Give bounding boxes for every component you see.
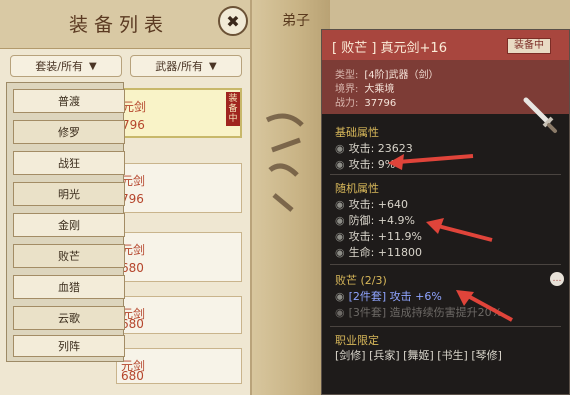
base-stat-row: ◉ 攻击: 23623 [335,142,413,155]
divider [330,174,561,175]
set-option[interactable]: 明光 [13,182,125,206]
equipment-list-title: 装备列表 [68,14,169,36]
item-card[interactable]: 元剑 680 [116,232,242,282]
item-power: 796 [122,118,145,132]
speech-bubble-icon[interactable]: … [550,272,564,286]
set-option[interactable]: 普渡 [13,89,125,113]
set-filter-select[interactable]: 套装/所有 ▼ [10,55,122,77]
close-button[interactable]: ✖ [218,6,248,36]
set-option[interactable]: 金刚 [13,213,125,237]
random-stat-row: ◉ 生命: +11800 [335,246,423,259]
random-stat-row: ◉ 攻击: +640 [335,198,409,211]
divider [330,264,561,265]
set-option[interactable]: 战狂 [13,151,125,175]
base-stat-row: ◉ 攻击: 9% [335,158,396,171]
item-name: 元剑 [122,100,147,114]
chevron-down-icon: ▼ [89,60,97,72]
set-option[interactable]: 云歌 [13,306,125,330]
career-list: [剑修] [兵家] [舞姬] [书生] [琴修] [335,349,502,362]
set-filter-dropdown: 普渡 修罗 战狂 明光 金刚 败芒 血猎 云歌 列阵 [6,82,125,362]
item-info-block: 类型: [4阶]武器（剑） 境界: 大乘境 战力: 37796 [322,60,569,133]
background-tab-title: 弟子 [282,13,310,29]
item-card[interactable]: 元剑 796 [116,163,242,213]
item-power: 680 [121,369,144,383]
set-option[interactable]: 败芒 [13,244,125,268]
weapon-filter-select[interactable]: 武器/所有 ▼ [130,55,242,77]
random-stats-title: 随机属性 [335,182,379,195]
equipped-badge: 装备中 [507,38,551,54]
set-bonus-title: 败芒 (2/3) [335,274,387,287]
item-power-value: 战力: 37796 [335,98,397,109]
random-stat-row: ◉ 防御: +4.9% [335,214,415,227]
item-card[interactable]: 元剑 680 [116,296,242,334]
set-option[interactable]: 血猎 [13,275,125,299]
set-option[interactable]: 列阵 [13,335,125,357]
divider [330,326,561,327]
item-type: 类型: [4阶]武器（剑） [335,70,439,81]
item-realm: 境界: 大乘境 [335,84,395,95]
detail-header: [ 败芒 ] 真元剑+16 装备中 [322,30,569,60]
item-detail-tooltip: [ 败芒 ] 真元剑+16 装备中 类型: [4阶]武器（剑） 境界: 大乘境 战力… [321,29,570,395]
close-icon: ✖ [226,11,240,31]
random-stat-row: ◉ 攻击: +11.9% [335,230,422,243]
set-option[interactable]: 修罗 [13,120,125,144]
weapon-filter-label: 武器/所有 [155,60,203,73]
equipment-list-panel: 装备列表 ✖ 套装/所有 ▼ 武器/所有 ▼ 元剑 796 装备中 元剑 796… [0,0,252,395]
equipment-list-header: 装备列表 ✖ [0,0,250,49]
equipped-tag: 装备中 [226,92,240,126]
item-card[interactable]: 元剑 680 [116,348,242,384]
item-title: [ 败芒 ] 真元剑+16 [332,41,447,56]
item-card[interactable]: 元剑 796 [116,88,242,138]
set-bonus-active: ◉ [2件套] 攻击 +6% [335,290,442,303]
background-calligraphy [265,113,304,212]
set-filter-label: 套装/所有 [35,60,83,73]
career-limit-title: 职业限定 [335,334,379,347]
set-bonus-inactive: ◉ [3件套] 造成持续伤害提升20% [335,306,503,319]
chevron-down-icon: ▼ [209,60,217,72]
base-stats-title: 基础属性 [335,126,379,139]
sword-icon [523,97,557,133]
